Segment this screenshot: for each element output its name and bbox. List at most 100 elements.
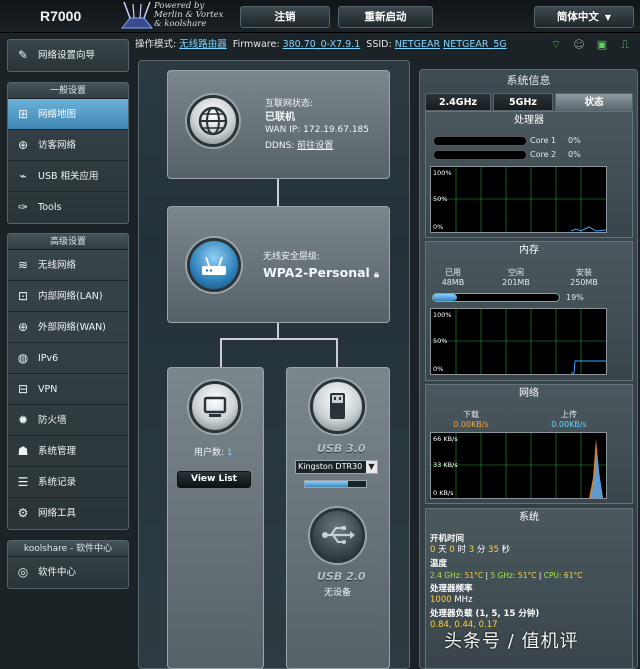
sidebar-item-network-map[interactable]: ⊞ 网络地图 <box>8 99 128 130</box>
monitor-icon <box>203 396 227 417</box>
nav-general-box: 一般设置 ⊞ 网络地图 ⊕ 访客网络 ⌁ USB 相关应用 ✑ Tools <box>7 82 129 224</box>
core2-bar <box>433 150 527 160</box>
mem-used-label: 已用 <box>445 268 461 277</box>
sidebar-item-network-tools[interactable]: ⚙ 网络工具 <box>8 498 128 529</box>
tab-2-4ghz[interactable]: 2.4GHz <box>425 93 491 111</box>
memory-graph-label: 0% <box>433 365 444 373</box>
network-map-icon: ⊞ <box>17 107 29 121</box>
network-graph-label: 66 KB/s <box>433 435 458 443</box>
sidebar-item-label: Tools <box>38 202 62 213</box>
sidebar-item-label: USB 相关应用 <box>38 171 99 182</box>
ipv6-icon: ◍ <box>17 351 29 365</box>
connector-line <box>220 338 338 340</box>
op-mode-link[interactable]: 无线路由器 <box>179 39 227 50</box>
memory-title: 内存 <box>519 245 539 256</box>
globe-icon: ⊕ <box>17 138 29 152</box>
clients-label: 用户数: <box>194 448 225 458</box>
sidebar-item-ipv6[interactable]: ◍ IPv6 <box>8 343 128 374</box>
wan-globe-icon: ⊕ <box>17 320 29 334</box>
sidebar-item-label: 无线网络 <box>38 260 77 271</box>
router-antenna-icon <box>120 1 154 29</box>
temp-24-label: 2.4 GHz: <box>430 571 463 580</box>
network-title: 网络 <box>519 388 539 399</box>
sidebar-item-wan[interactable]: ⊕ 外部网络(WAN) <box>8 312 128 343</box>
core1-bar <box>433 136 527 146</box>
powered-line: & koolshare <box>154 19 207 29</box>
router-button[interactable] <box>187 238 241 292</box>
log-icon: ☰ <box>17 475 29 489</box>
sidebar-item-wizard[interactable]: ✎ 网络设置向导 <box>8 40 128 71</box>
connector-line <box>220 338 222 367</box>
usb3-button[interactable] <box>310 379 365 434</box>
core2-name: Core 2 <box>530 150 557 159</box>
sys-title: 系统 <box>519 512 539 523</box>
wifi-status-icon[interactable]: ⌔ <box>549 38 563 52</box>
sidebar-item-tools[interactable]: ✑ Tools <box>8 192 128 223</box>
sidebar-item-label: 系统记录 <box>38 477 77 488</box>
sidebar-item-lan[interactable]: ⊡ 内部网络(LAN) <box>8 281 128 312</box>
usb2-button[interactable] <box>310 508 365 563</box>
clients-count: 用户数: 1 <box>194 447 233 460</box>
tab-status[interactable]: 状态 <box>555 93 633 111</box>
net-upload: 上传 0.00KB/s <box>544 410 594 430</box>
language-select[interactable]: 简体中文 ▼ <box>534 6 634 28</box>
sidebar-item-firewall[interactable]: ✹ 防火墙 <box>8 405 128 436</box>
view-list-button[interactable]: View List <box>177 471 251 488</box>
uptime-value: 0 天 0 时 3 分 35 秒 <box>430 545 582 556</box>
nav-wizard-box: ✎ 网络设置向导 <box>7 39 129 72</box>
globe-icon <box>198 106 228 136</box>
core1-value: 0% <box>568 136 581 145</box>
vpn-icon: ⊟ <box>17 382 29 396</box>
uptime-label: 开机时间 <box>430 534 465 544</box>
temp-24-value: 51°C <box>464 571 484 580</box>
wan-ip-value: 172.19.67.185 <box>303 125 369 135</box>
security-text: 无线安全层级: WPA2-Personal 🔒︎ <box>263 251 379 282</box>
temp-cpu-label: CPU: <box>543 571 562 580</box>
usb3-device-value: Kingston DTR30 <box>298 462 363 471</box>
freq-row: 1000 MHz <box>430 595 582 606</box>
core2-value: 0% <box>568 150 581 159</box>
usb-status-icon[interactable]: ⎍ <box>618 38 632 52</box>
sidebar-item-software-center[interactable]: ◎ 软件中心 <box>8 557 128 588</box>
ssid-link-24[interactable]: NETGEAR <box>395 39 440 50</box>
sidebar-item-usb[interactable]: ⌁ USB 相关应用 <box>8 161 128 192</box>
mem-percent: 19% <box>566 293 584 302</box>
wan-ip-label: WAN IP: <box>265 125 301 135</box>
uptime-unit: 时 <box>457 545 466 555</box>
uptime-unit: 分 <box>476 545 486 555</box>
tab-5ghz[interactable]: 5GHz <box>493 93 553 111</box>
memory-graph: 100% 50% 0% <box>430 308 607 375</box>
status-icons: ⌔ ☺ ▣ ⎍ <box>540 38 638 52</box>
reboot-button[interactable]: 重新启动 <box>338 6 433 28</box>
clients-button[interactable] <box>189 381 241 433</box>
ddns-link[interactable]: 前往设置 <box>297 141 333 151</box>
internet-globe-button[interactable] <box>187 95 239 147</box>
net-upload-value: 0.00KB/s <box>551 420 587 429</box>
load-label: 处理器负载 (1, 5, 15 分钟) <box>430 609 540 619</box>
router-model-logo: R7000 <box>40 8 82 24</box>
net-upload-label: 上传 <box>561 410 577 419</box>
mem-total-label: 安装 <box>576 268 592 277</box>
sidebar-item-wireless[interactable]: ≋ 无线网络 <box>8 250 128 281</box>
users-icon[interactable]: ☺ <box>572 38 586 52</box>
usb3-device-select[interactable]: Kingston DTR30 ▼ <box>295 460 378 474</box>
firewall-icon: ✹ <box>17 413 29 427</box>
sidebar-item-admin[interactable]: ☗ 系统管理 <box>8 436 128 467</box>
lan-status-icon[interactable]: ▣ <box>595 38 609 52</box>
uptime-hours: 0 <box>449 545 455 555</box>
logout-button[interactable]: 注销 <box>240 6 330 28</box>
nav-general-title: 一般设置 <box>8 83 128 99</box>
cpu-graph-label: 50% <box>433 195 448 203</box>
sidebar-item-guest-network[interactable]: ⊕ 访客网络 <box>8 130 128 161</box>
firmware-link[interactable]: 380.70_0-X7.9.1 <box>283 39 361 50</box>
sidebar-item-label: 网络设置向导 <box>38 50 96 61</box>
temp-cpu-value: 61°C <box>563 571 583 580</box>
cpu-graph: 100% 50% 0% <box>430 166 607 233</box>
connector-line <box>277 323 279 339</box>
temp-values: 2.4 GHz: 51°C | 5 GHz: 51°C | CPU: 61°C <box>430 571 583 580</box>
sidebar-item-syslog[interactable]: ☰ 系统记录 <box>8 467 128 498</box>
sidebar-item-vpn[interactable]: ⊟ VPN <box>8 374 128 405</box>
net-download-value: 0.00KB/s <box>453 420 489 429</box>
ssid-link-5[interactable]: NETGEAR_5G <box>443 39 507 50</box>
op-mode-label: 操作模式: <box>135 39 177 50</box>
